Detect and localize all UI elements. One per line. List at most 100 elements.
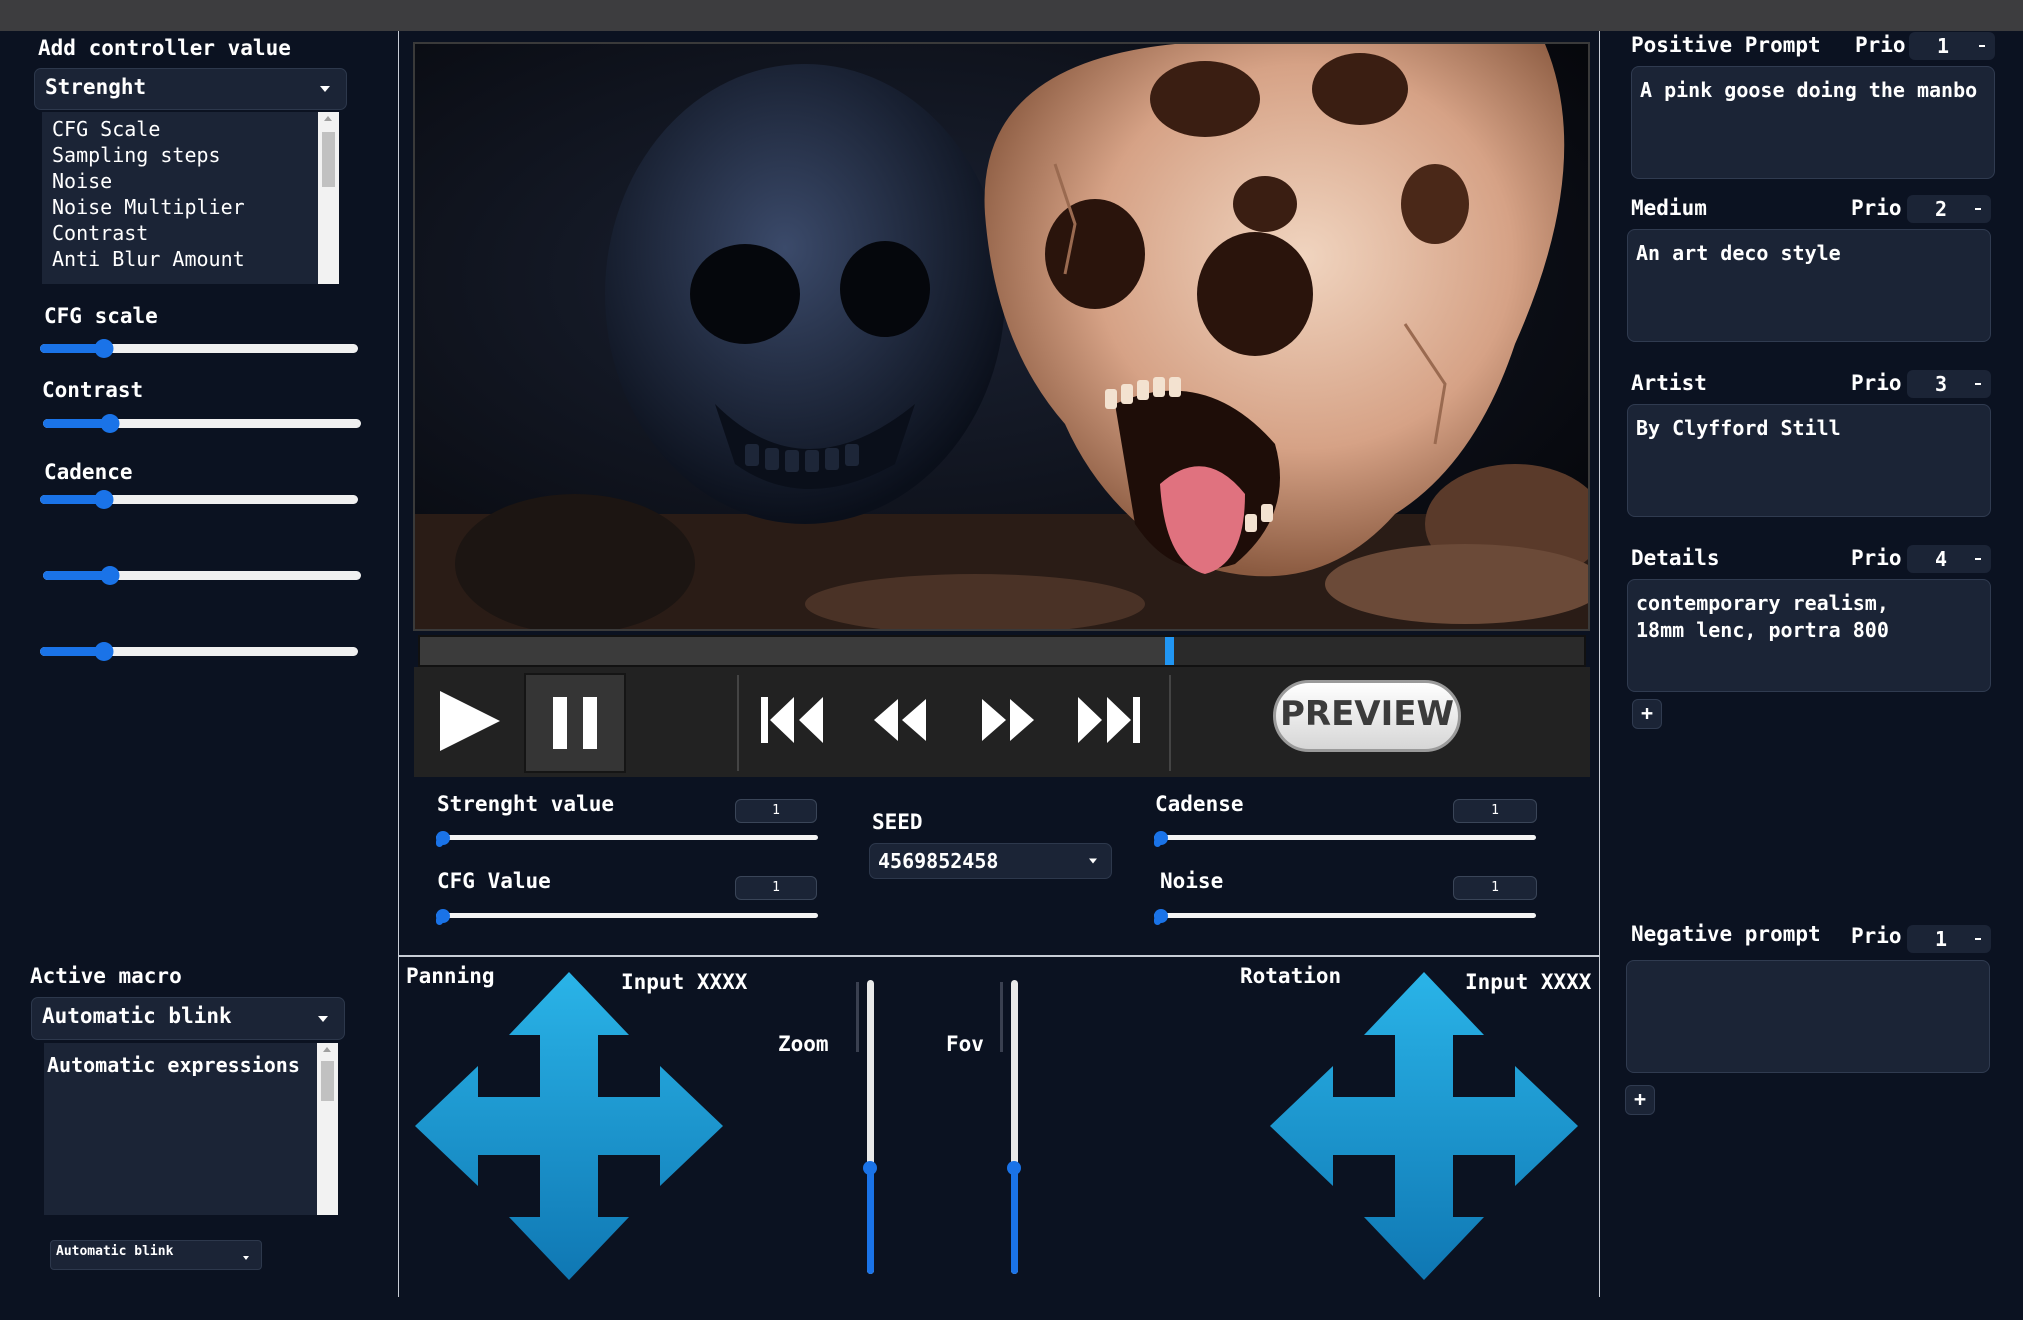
negative-prompt-label: Negative prompt [1631, 922, 1821, 946]
details-prio-value: 4 [1935, 547, 1948, 571]
listbox-scrollbar[interactable] [318, 112, 339, 284]
scroll-up-icon[interactable] [323, 1047, 331, 1052]
window-top-bar [0, 0, 2023, 31]
play-icon[interactable] [436, 688, 502, 754]
noise-slider[interactable] [1154, 904, 1536, 936]
cfg-value-input[interactable]: 1 [735, 876, 817, 900]
seed-value: 4569852458 [878, 849, 999, 873]
details-prio-select[interactable]: 4 [1907, 545, 1991, 573]
list-item[interactable]: Sampling steps [52, 142, 245, 168]
zoom-slider[interactable] [862, 980, 878, 1274]
positive-prio-value: 1 [1937, 34, 1950, 58]
cadense-slider[interactable] [1154, 826, 1536, 858]
seed-label: SEED [872, 810, 923, 834]
chevron-down-icon [1089, 858, 1097, 864]
controller-slider[interactable] [43, 559, 361, 591]
negative-prio-select[interactable]: 1 [1907, 925, 1991, 953]
add-controller-title: Add controller value [38, 36, 291, 60]
controller-list: CFG Scale Sampling steps Noise Noise Multip… [52, 116, 245, 272]
fast-forward-icon[interactable] [980, 697, 1036, 743]
macro-small-select[interactable]: Automatic blink [50, 1240, 262, 1270]
medium-textarea[interactable]: An art deco style [1627, 229, 1991, 342]
controller-slider[interactable] [43, 407, 361, 439]
slider-knob[interactable] [436, 909, 450, 923]
positive-prompt-textarea[interactable]: A pink goose doing the manbo [1631, 66, 1995, 179]
controller-slider[interactable] [40, 635, 358, 667]
list-item[interactable]: CFG Scale [52, 116, 245, 142]
controller-slider[interactable] [40, 332, 358, 364]
slider-knob[interactable] [863, 1161, 877, 1176]
add-prompt-button[interactable]: + [1632, 699, 1662, 729]
medium-prio-select[interactable]: 2 [1907, 195, 1991, 223]
timeline-fill [420, 637, 1165, 665]
controller-slider[interactable] [40, 483, 358, 515]
scroll-up-icon[interactable] [324, 116, 332, 121]
list-item[interactable]: Noise [52, 168, 245, 194]
active-macro-title: Active macro [30, 964, 182, 988]
fov-slider[interactable] [1006, 980, 1022, 1274]
controller-select-value: Strenght [45, 75, 147, 99]
slider-knob[interactable] [94, 490, 114, 509]
positive-prio-select[interactable]: 1 [1909, 32, 1995, 60]
macro-select-value: Automatic blink [42, 1004, 232, 1028]
strength-value-input[interactable]: 1 [735, 799, 817, 823]
video-frame [413, 42, 1590, 631]
noise-value-input[interactable]: 1 [1453, 876, 1537, 900]
scrollbar-thumb[interactable] [322, 132, 335, 187]
macro-listbox[interactable]: Automatic expressions [44, 1043, 338, 1215]
strength-slider[interactable] [436, 826, 818, 858]
scrollbar-thumb[interactable] [321, 1061, 334, 1101]
prio-label: Prio [1851, 546, 1902, 570]
slider-label: CFG scale [44, 304, 158, 328]
listbox-scrollbar[interactable] [317, 1043, 338, 1215]
controller-listbox[interactable]: CFG Scale Sampling steps Noise Noise Multip… [42, 112, 339, 284]
medium-label: Medium [1631, 196, 1707, 220]
slider-knob[interactable] [100, 566, 120, 585]
slider-label: Contrast [42, 378, 144, 402]
slider-knob[interactable] [94, 339, 114, 358]
slider-knob[interactable] [1154, 831, 1168, 845]
cadense-value-input[interactable]: 1 [1453, 799, 1537, 823]
skip-to-start-icon[interactable] [759, 695, 825, 745]
details-textarea[interactable]: contemporary realism, 18mm lenc, portra … [1627, 579, 1991, 692]
slider-knob[interactable] [1154, 909, 1168, 923]
list-item[interactable]: Anti Blur Amount [52, 246, 245, 272]
macro-select[interactable]: Automatic blink [31, 997, 345, 1040]
chevron-down-icon [1979, 45, 1985, 47]
artist-prio-value: 3 [1935, 372, 1948, 396]
seed-select[interactable]: 4569852458 [869, 843, 1112, 879]
control-separator [1169, 675, 1171, 771]
artist-prio-select[interactable]: 3 [1907, 370, 1991, 398]
prio-label: Prio [1851, 924, 1902, 948]
pause-icon [553, 697, 597, 749]
preview-button[interactable]: PREVIEW [1273, 680, 1461, 752]
fov-scroll-marker [1000, 982, 1003, 1052]
artist-textarea[interactable]: By Clyfford Still [1627, 404, 1991, 517]
noise-label: Noise [1160, 869, 1224, 893]
slider-knob[interactable] [94, 642, 114, 661]
slider-knob[interactable] [1007, 1161, 1021, 1176]
timeline-playhead[interactable] [1164, 637, 1174, 665]
fov-label: Fov [946, 1032, 984, 1056]
cfg-slider[interactable] [436, 904, 818, 936]
pause-button[interactable] [524, 673, 626, 773]
slider-knob[interactable] [436, 831, 450, 845]
panning-move-arrows-icon[interactable] [413, 970, 725, 1282]
list-item[interactable]: Noise Multiplier [52, 194, 245, 220]
prio-label: Prio [1851, 196, 1902, 220]
cadense-label: Cadense [1155, 792, 1244, 816]
slider-knob[interactable] [100, 414, 120, 433]
list-item[interactable]: Automatic expressions [47, 1052, 300, 1078]
add-negative-prompt-button[interactable]: + [1625, 1085, 1655, 1115]
details-label: Details [1631, 546, 1720, 570]
rewind-icon[interactable] [872, 697, 928, 743]
skip-to-end-icon[interactable] [1076, 695, 1142, 745]
positive-prompt-label: Positive Prompt [1631, 33, 1821, 57]
negative-prompt-textarea[interactable] [1626, 960, 1990, 1073]
controller-select[interactable]: Strenght [34, 68, 347, 110]
timeline-bar[interactable] [418, 635, 1586, 667]
chevron-down-icon [243, 1255, 249, 1260]
list-item[interactable]: Contrast [52, 220, 245, 246]
chevron-down-icon [1975, 558, 1981, 560]
rotation-move-arrows-icon[interactable] [1268, 970, 1580, 1282]
